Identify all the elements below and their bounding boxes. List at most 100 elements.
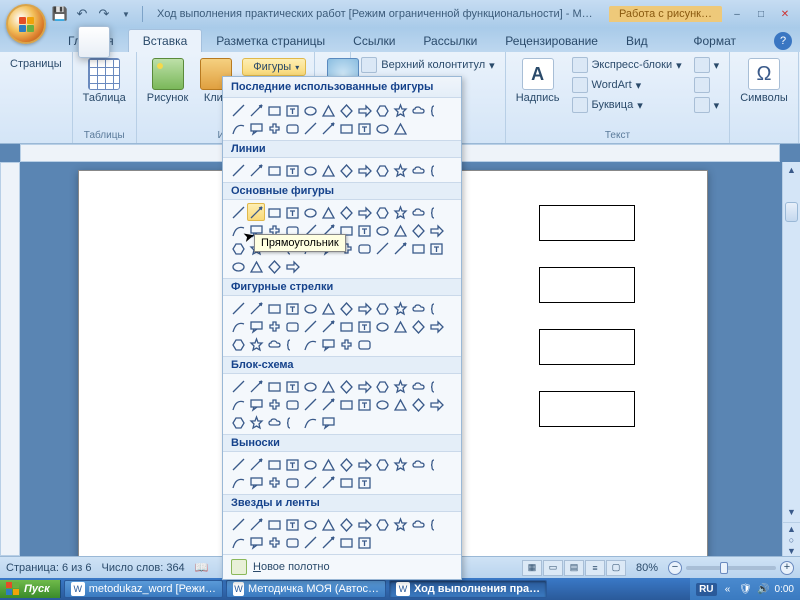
language-indicator[interactable]: RU (696, 583, 716, 596)
shape-option[interactable] (427, 239, 445, 257)
shape-option[interactable] (301, 299, 319, 317)
save-icon[interactable]: 💾 (52, 6, 68, 22)
shape-option[interactable] (427, 455, 445, 473)
shape-option[interactable] (283, 161, 301, 179)
shape-option[interactable] (355, 395, 373, 413)
tab-layout[interactable]: Разметка страницы (202, 30, 339, 52)
status-lang-icon[interactable]: 📖 (195, 561, 209, 574)
shape-option[interactable] (301, 515, 319, 533)
shape-option[interactable] (301, 335, 319, 353)
shape-option[interactable] (391, 299, 409, 317)
wordart-button[interactable]: WordArt ▾ (568, 76, 686, 94)
taskbar-item-1[interactable]: Wmetodukaz_word [Режи… (64, 580, 223, 598)
shape-option[interactable] (373, 221, 391, 239)
shape-option[interactable] (319, 101, 337, 119)
shape-option[interactable] (319, 395, 337, 413)
shape-option[interactable] (427, 515, 445, 533)
shape-option[interactable] (319, 455, 337, 473)
shape-option[interactable] (283, 413, 301, 431)
shape-option[interactable] (229, 473, 247, 491)
tab-format[interactable]: Формат (679, 30, 750, 52)
shape-option[interactable] (265, 317, 283, 335)
shape-option[interactable] (355, 335, 373, 353)
shape-option[interactable] (247, 413, 265, 431)
shape-option[interactable] (265, 335, 283, 353)
undo-icon[interactable]: ↶ (74, 6, 90, 22)
dropcap-button[interactable]: Буквица ▾ (568, 96, 686, 114)
shape-option[interactable] (301, 203, 319, 221)
shape-option[interactable] (229, 299, 247, 317)
shape-option[interactable] (229, 203, 247, 221)
picture-button[interactable]: Рисунок (143, 56, 193, 106)
shape-option[interactable] (301, 473, 319, 491)
shape-option[interactable] (373, 395, 391, 413)
shape-option[interactable] (427, 317, 445, 335)
shape-option[interactable] (373, 299, 391, 317)
tab-view[interactable]: Вид (612, 30, 662, 52)
shape-option[interactable] (247, 473, 265, 491)
symbol-button[interactable]: Ω Символы (736, 56, 792, 106)
shape-option[interactable] (247, 533, 265, 551)
shape-option[interactable] (247, 455, 265, 473)
shape-option[interactable] (373, 317, 391, 335)
shape-option[interactable] (247, 257, 265, 275)
minimize-button[interactable]: – (726, 6, 748, 22)
shape-option[interactable] (319, 473, 337, 491)
shape-option[interactable] (283, 473, 301, 491)
shape-option[interactable] (229, 515, 247, 533)
shape-option[interactable] (265, 413, 283, 431)
shape-option[interactable] (391, 455, 409, 473)
shape-option[interactable] (373, 101, 391, 119)
clock[interactable]: 0:00 (775, 584, 794, 595)
taskbar-item-2[interactable]: WМетодичка МОЯ (Автос… (226, 580, 386, 598)
taskbar-item-3[interactable]: WХод выполнения пра… (389, 580, 547, 598)
shape-option[interactable] (355, 377, 373, 395)
shape-option[interactable] (265, 395, 283, 413)
shape-option[interactable] (337, 377, 355, 395)
shape-option[interactable] (337, 335, 355, 353)
shape-option[interactable] (319, 335, 337, 353)
shape-option[interactable] (283, 335, 301, 353)
shape-option[interactable] (301, 377, 319, 395)
shape-option[interactable] (283, 515, 301, 533)
shape-option[interactable] (283, 119, 301, 137)
shape-option[interactable] (265, 161, 283, 179)
shape-option[interactable] (409, 299, 427, 317)
shape-option[interactable] (301, 455, 319, 473)
pages-button[interactable]: Страницы (6, 56, 66, 72)
close-button[interactable]: ✕ (774, 6, 796, 22)
textbox-button[interactable]: A Надпись (512, 56, 564, 106)
shape-option[interactable] (265, 473, 283, 491)
shape-option[interactable] (391, 203, 409, 221)
shape-option[interactable] (337, 395, 355, 413)
shape-option[interactable] (229, 101, 247, 119)
shape-option[interactable] (373, 203, 391, 221)
shape-option[interactable] (301, 101, 319, 119)
redo-icon[interactable]: ↷ (96, 6, 112, 22)
shape-option[interactable] (265, 377, 283, 395)
shape-option[interactable] (427, 203, 445, 221)
shape-option[interactable] (283, 101, 301, 119)
shape-option[interactable] (319, 413, 337, 431)
shape-option[interactable] (247, 395, 265, 413)
shape-option[interactable] (409, 317, 427, 335)
scroll-thumb[interactable] (785, 202, 798, 222)
zoom-knob[interactable] (720, 562, 728, 574)
shape-option[interactable] (391, 161, 409, 179)
print-layout-view[interactable]: ▦ (522, 560, 542, 576)
tray-chevron-icon[interactable]: « (721, 582, 735, 596)
shape-option[interactable] (427, 101, 445, 119)
shape-option[interactable] (337, 161, 355, 179)
shape-option[interactable] (337, 317, 355, 335)
obj-button[interactable]: ▾ (690, 96, 724, 114)
shape-option[interactable] (373, 515, 391, 533)
shape-option[interactable] (247, 161, 265, 179)
shape-option[interactable] (373, 377, 391, 395)
shape-rectangle[interactable] (539, 267, 635, 303)
shape-option[interactable] (337, 533, 355, 551)
shape-option[interactable] (247, 335, 265, 353)
sig-button[interactable]: ▾ (690, 56, 724, 74)
shape-option[interactable] (391, 101, 409, 119)
shape-option[interactable] (247, 101, 265, 119)
shape-option[interactable] (391, 221, 409, 239)
